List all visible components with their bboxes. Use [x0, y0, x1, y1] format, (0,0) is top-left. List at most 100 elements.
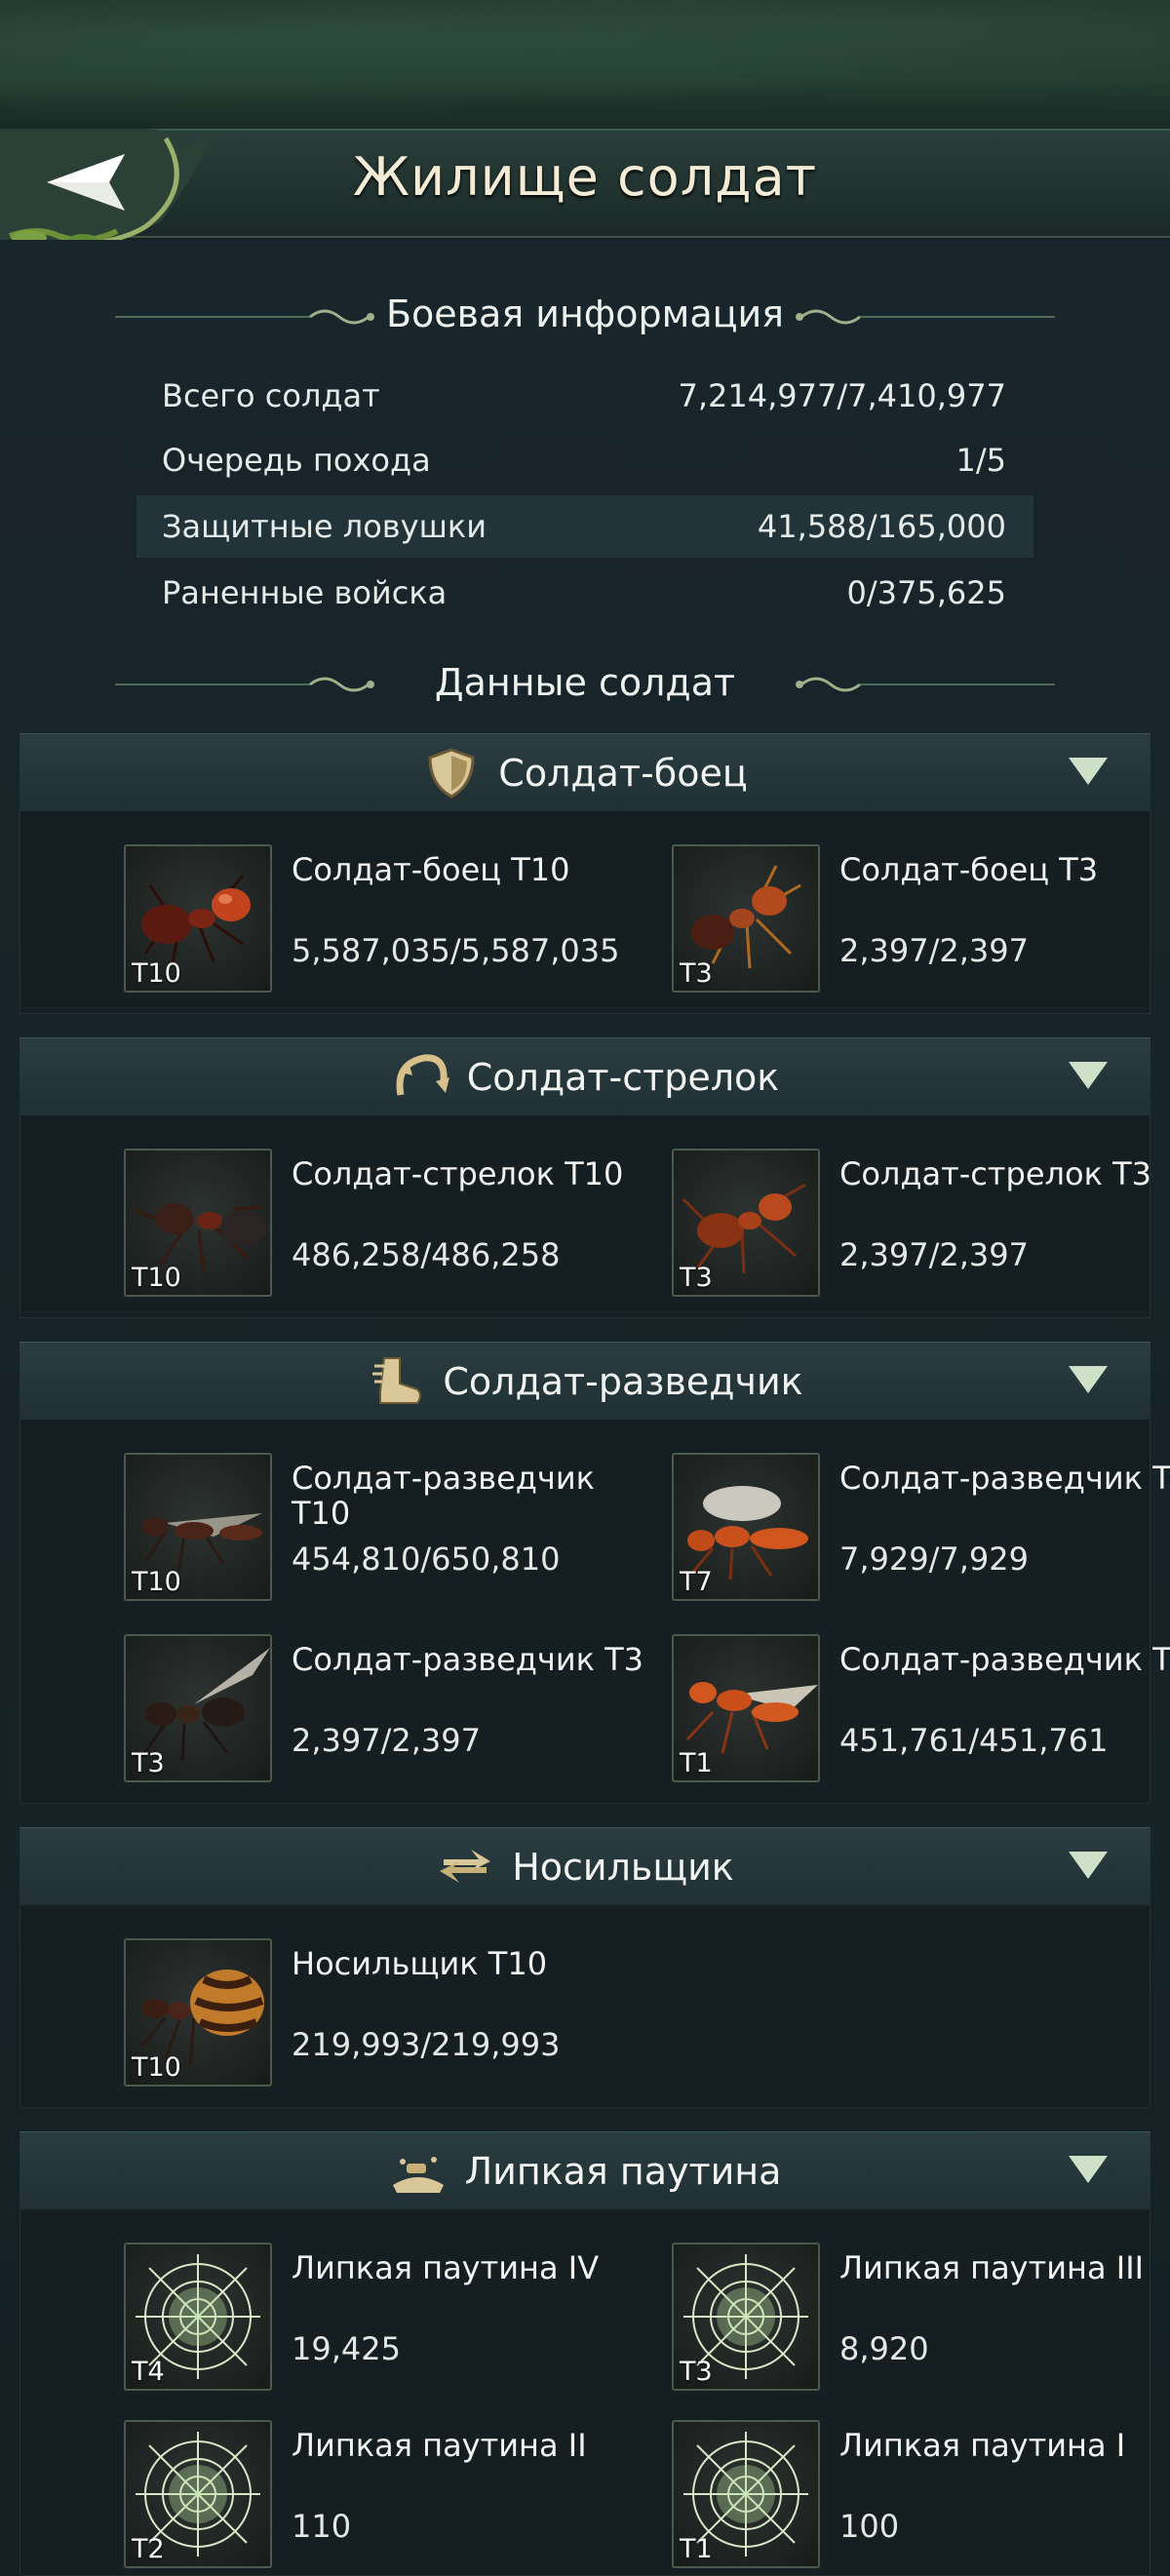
boot-icon [372, 1357, 422, 1404]
tier-badge: T3 [680, 2357, 713, 2387]
unit-card[interactable]: T10 Солдат-разведчик T10 454,810/650,810 [124, 1453, 670, 1609]
chevron-down-icon [1069, 758, 1108, 785]
group-title: Носильщик [512, 1846, 734, 1889]
unit-name: Носильщик T10 [292, 1945, 548, 1982]
group-title: Солдат-боец [498, 752, 748, 795]
group-header-carrier[interactable]: Носильщик [20, 1827, 1150, 1905]
info-label: Очередь похода [162, 442, 431, 479]
curved-arrow-icon [396, 1054, 449, 1096]
right-ornament [796, 677, 1055, 692]
unit-card[interactable]: T3 Липкая паутина III 8,920 [672, 2243, 1170, 2399]
unit-count: 8,920 [839, 2330, 929, 2367]
unit-thumbnail: T3 [672, 2243, 820, 2391]
chevron-down-icon [1069, 1852, 1108, 1879]
chevron-down-icon [1069, 1062, 1108, 1089]
unit-card[interactable]: T4 Липкая паутина IV 19,425 [124, 2243, 670, 2399]
tier-badge: T3 [680, 1263, 713, 1293]
right-ornament [796, 309, 1055, 325]
group-header-sticky-web[interactable]: Липкая паутина [20, 2131, 1150, 2209]
group-header-archer[interactable]: Солдат-стрелок [20, 1037, 1150, 1115]
unit-count: 5,587,035/5,587,035 [292, 932, 620, 969]
unit-thumbnail: T1 [672, 1634, 820, 1782]
tier-badge: T10 [132, 2052, 181, 2083]
unit-thumbnail: T7 [672, 1453, 820, 1601]
tier-badge: T7 [680, 1567, 713, 1597]
info-value: 7,214,977/7,410,977 [678, 377, 1007, 414]
unit-name: Солдат-разведчик T10 [292, 1460, 595, 1532]
unit-card[interactable]: T10 Солдат-боец T10 5,587,035/5,587,035 [124, 844, 670, 1000]
unit-name: Липкая паутина I [839, 2427, 1126, 2464]
unit-card[interactable]: T3 Солдат-боец T3 2,397/2,397 [672, 844, 1170, 1000]
group-body-carrier: T10 Носильщик T10 219,993/219,993 [20, 1905, 1150, 2108]
group-title: Солдат-разведчик [443, 1360, 803, 1403]
info-row-wounded: Раненные войска 0/375,625 [136, 562, 1034, 624]
top-decor-strip [0, 0, 1170, 129]
tier-badge: T1 [680, 1748, 713, 1778]
unit-card[interactable]: T3 Солдат-стрелок T3 2,397/2,397 [672, 1149, 1170, 1305]
transfer-arrows-icon [440, 1850, 491, 1883]
info-label: Всего солдат [162, 377, 380, 414]
unit-count: 451,761/451,761 [839, 1722, 1109, 1759]
unit-thumbnail: T10 [124, 1938, 272, 2087]
tier-badge: T10 [132, 1567, 181, 1597]
unit-count: 19,425 [292, 2330, 401, 2367]
unit-thumbnail: T3 [672, 1149, 820, 1297]
info-value: 0/375,625 [846, 574, 1006, 611]
info-row-march-queue: Очередь похода 1/5 [136, 429, 1034, 491]
info-label: Защитные ловушки [162, 508, 487, 545]
unit-thumbnail: T1 [672, 2420, 820, 2568]
unit-card[interactable]: T10 Солдат-стрелок T10 486,258/486,258 [124, 1149, 670, 1305]
unit-count: 2,397/2,397 [292, 1722, 481, 1759]
unit-name: Липкая паутина II [292, 2427, 587, 2464]
tier-badge: T2 [132, 2534, 165, 2564]
unit-name: Солдат-разведчик T7 [839, 1460, 1170, 1497]
group-body-scout: T10 Солдат-разведчик T10 454,810/650,810… [20, 1420, 1170, 1804]
unit-thumbnail: T3 [124, 1634, 272, 1782]
group-header-scout[interactable]: Солдат-разведчик [20, 1342, 1150, 1420]
group-body-fighter: T10 Солдат-боец T10 5,587,035/5,587,035 … [20, 811, 1150, 1014]
unit-card[interactable]: T7 Солдат-разведчик T7 7,929/7,929 [672, 1453, 1170, 1609]
info-row-total-soldiers: Всего солдат 7,214,977/7,410,977 [136, 365, 1034, 427]
unit-name: Солдат-стрелок T10 [292, 1155, 624, 1192]
tier-badge: T1 [680, 2534, 713, 2564]
unit-count: 486,258/486,258 [292, 1236, 561, 1273]
tier-badge: T10 [132, 1263, 181, 1293]
unit-count: 100 [839, 2508, 900, 2545]
tier-badge: T3 [680, 958, 713, 989]
unit-count: 2,397/2,397 [839, 932, 1029, 969]
unit-name: Солдат-разведчик T1 [839, 1641, 1170, 1678]
unit-count: 2,397/2,397 [839, 1236, 1029, 1273]
chevron-down-icon [1069, 1366, 1108, 1393]
unit-card[interactable]: T1 Липкая паутина I 100 [672, 2420, 1170, 2576]
info-value: 41,588/165,000 [757, 508, 1006, 545]
info-row-defense-traps: Защитные ловушки 41,588/165,000 [136, 495, 1034, 558]
unit-name: Липкая паутина III [839, 2249, 1145, 2286]
tier-badge: T3 [132, 1748, 165, 1778]
info-label: Раненные войска [162, 574, 448, 611]
unit-thumbnail: T10 [124, 1149, 272, 1297]
unit-thumbnail: T3 [672, 844, 820, 993]
tier-badge: T4 [132, 2357, 165, 2387]
group-body-sticky-web: T4 Липкая паутина IV 19,425 T3 Липкая па… [20, 2209, 1150, 2576]
info-value: 1/5 [956, 442, 1007, 479]
unit-thumbnail: T10 [124, 1453, 272, 1601]
unit-count: 7,929/7,929 [839, 1541, 1029, 1578]
group-title: Солдат-стрелок [466, 1056, 780, 1099]
group-header-fighter[interactable]: Солдат-боец [20, 733, 1150, 811]
unit-thumbnail: T10 [124, 844, 272, 993]
unit-name: Солдат-стрелок T3 [839, 1155, 1151, 1192]
unit-count: 110 [292, 2508, 352, 2545]
unit-name: Липкая паутина IV [292, 2249, 600, 2286]
web-trap-icon [392, 2157, 444, 2193]
group-body-archer: T10 Солдат-стрелок T10 486,258/486,258 T… [20, 1115, 1151, 1318]
group-title: Липкая паутина [464, 2150, 782, 2193]
unit-thumbnail: T4 [124, 2243, 272, 2391]
unit-card[interactable]: T1 Солдат-разведчик T1 451,761/451,761 [672, 1634, 1170, 1790]
unit-card[interactable]: T3 Солдат-разведчик T3 2,397/2,397 [124, 1634, 670, 1790]
unit-name: Солдат-разведчик T3 [292, 1641, 644, 1678]
unit-card[interactable]: T2 Липкая паутина II 110 [124, 2420, 670, 2576]
unit-card[interactable]: T10 Носильщик T10 219,993/219,993 [124, 1938, 670, 2094]
unit-name: Солдат-боец T10 [292, 851, 570, 888]
unit-thumbnail: T2 [124, 2420, 272, 2568]
page-title: Жилище солдат [352, 146, 818, 208]
